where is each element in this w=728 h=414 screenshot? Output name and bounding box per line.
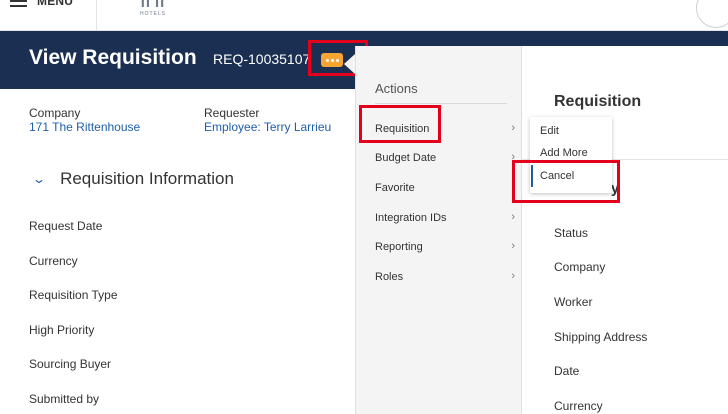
- highlight-cancel: [512, 160, 620, 203]
- logo[interactable]: ꟾꟾ ꟾꟾ HOTELS: [140, 0, 166, 17]
- hamburger-icon: [10, 0, 27, 7]
- panel-row: Status: [554, 226, 589, 240]
- action-label: Roles: [375, 271, 404, 283]
- logo-text: HOTELS: [140, 11, 167, 17]
- panel-row: Currency: [554, 399, 603, 413]
- panel-row: Worker: [554, 295, 593, 309]
- info-label: Request Date: [29, 219, 103, 233]
- action-label: Favorite: [375, 182, 415, 194]
- actions-divider: [375, 103, 507, 104]
- submenu-edit[interactable]: Edit: [540, 125, 559, 137]
- info-label: Sourcing Buyer: [29, 357, 112, 371]
- highlight-requisition-action: [359, 105, 441, 143]
- action-integration-ids[interactable]: Integration IDs ›: [375, 211, 515, 224]
- chevron-down-icon: ⌄: [31, 172, 47, 186]
- company-link[interactable]: 171 The Rittenhouse: [29, 120, 140, 134]
- actions-menu: Actions Requisition › Budget Date › Favo…: [355, 46, 522, 414]
- requester-link[interactable]: Employee: Terry Larrieu: [204, 120, 331, 134]
- actions-title: Actions: [375, 81, 418, 96]
- section-title: Requisition Information: [60, 169, 234, 188]
- action-label: Integration IDs: [375, 212, 447, 224]
- requisition-id: REQ-10035107: [213, 51, 311, 67]
- action-reporting[interactable]: Reporting ›: [375, 240, 515, 253]
- logo-mark-icon: ꟾꟾ ꟾꟾ: [140, 0, 166, 10]
- company-field: Company 171 The Rittenhouse: [29, 106, 140, 134]
- action-budget-date[interactable]: Budget Date ›: [375, 151, 515, 164]
- panel-title: Requisition: [554, 93, 642, 110]
- info-label: Requisition Type: [29, 288, 118, 302]
- chevron-right-icon: ›: [511, 270, 515, 282]
- chevron-right-icon: ›: [511, 240, 515, 252]
- info-label: Submitted by: [29, 392, 100, 406]
- requisition-info-section[interactable]: ⌄ Requisition Information: [31, 169, 234, 189]
- page-title: View Requisition: [29, 46, 197, 69]
- menu-button[interactable]: MENU: [10, 0, 73, 8]
- action-label: Reporting: [375, 241, 423, 253]
- submenu-add-more[interactable]: Add More: [540, 147, 588, 159]
- action-label: Budget Date: [375, 152, 437, 164]
- panel-row: Company: [554, 260, 606, 274]
- menu-label: MENU: [37, 0, 74, 8]
- info-label: Currency: [29, 254, 78, 268]
- info-label: High Priority: [29, 323, 95, 337]
- actions-caret: [344, 54, 355, 74]
- company-label: Company: [29, 106, 81, 120]
- chevron-right-icon: ›: [511, 122, 515, 134]
- action-roles[interactable]: Roles ›: [375, 270, 515, 283]
- requester-field: Requester Employee: Terry Larrieu: [204, 106, 331, 134]
- panel-row: Date: [554, 364, 580, 378]
- topbar-divider: [96, 0, 97, 31]
- panel-row: Shipping Address: [554, 330, 648, 344]
- profile-button[interactable]: [696, 0, 728, 28]
- chevron-right-icon: ›: [511, 211, 515, 223]
- requester-label: Requester: [204, 106, 260, 120]
- top-bar: MENU ꟾꟾ ꟾꟾ HOTELS: [0, 0, 728, 31]
- related-panel: Requisition 35107 mmary Status Company W…: [522, 46, 728, 414]
- action-favorite[interactable]: Favorite ›: [375, 181, 515, 194]
